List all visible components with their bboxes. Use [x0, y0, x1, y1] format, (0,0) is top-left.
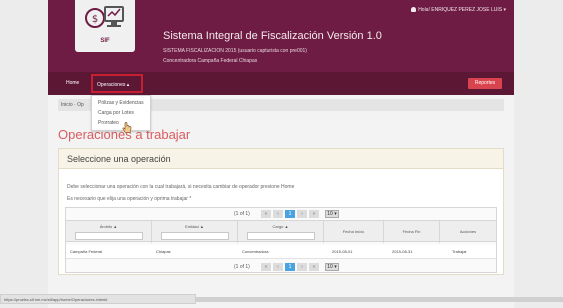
last-page-icon[interactable]: » — [309, 263, 319, 271]
app-window: $ SIF Sistema Integral de Fiscalización … — [48, 0, 514, 308]
current-page-button[interactable]: 1 — [285, 210, 295, 218]
column-entidad[interactable]: Entidad ▲ — [152, 221, 238, 243]
cell-fecha-fin: 2015-08-31 — [392, 249, 413, 254]
main-navbar: Home Operaciones ▴ Reportes — [48, 72, 514, 95]
operation-panel: Seleccione una operación Debe selecciona… — [58, 148, 504, 275]
rows-per-page-select[interactable]: 10 ▾ — [325, 210, 339, 218]
trabajar-link[interactable]: Trabajar — [452, 249, 467, 254]
prev-page-icon[interactable]: ‹ — [273, 263, 283, 271]
browser-status-bar: https://prueba-sif.ine.mx/sif/app/home/O… — [0, 294, 196, 304]
column-fecha-inicio: Fecha Inicio — [324, 221, 384, 243]
column-label: Acciones — [459, 229, 477, 234]
status-url: https://prueba-sif.ine.mx/sif/app/home/O… — [4, 297, 108, 302]
pager-count: (1 of 1) — [234, 211, 250, 217]
panel-title: Seleccione una operación — [67, 154, 171, 164]
pager-count: (1 of 1) — [234, 264, 250, 270]
column-cargo[interactable]: Cargo ▲ — [238, 221, 324, 243]
column-label: Ámbito ▲ — [99, 224, 118, 229]
column-acciones: Acciones — [440, 221, 496, 243]
column-label: Entidad ▲ — [185, 224, 204, 229]
reportes-button[interactable]: Reportes — [468, 78, 502, 89]
first-page-icon[interactable]: « — [261, 210, 271, 218]
cell-entidad: Chiapas — [156, 249, 171, 254]
logo-text: SIF — [100, 38, 110, 44]
user-icon — [411, 7, 417, 12]
panel-header: Seleccione una operación — [59, 149, 503, 169]
menu-item-polizas[interactable]: Pólizas y Evidencias — [98, 98, 150, 108]
breadcrumb[interactable]: Inicio · Op — [61, 102, 84, 108]
column-label: Cargo ▲ — [272, 224, 289, 229]
logo-icon: $ — [85, 6, 124, 28]
table-pager-bottom: (1 of 1) « ‹ 1 › » 10 ▾ — [66, 262, 496, 272]
entidad-filter-input[interactable] — [160, 232, 229, 240]
first-page-icon[interactable]: « — [261, 263, 271, 271]
cell-cargo: Concentradora — [242, 249, 269, 254]
horizontal-scrollbar[interactable] — [196, 297, 563, 302]
process-subtitle: SISTEMA FISCALIZACION 2015 (usuario capt… — [163, 48, 307, 54]
user-name: Hola! ENRIQUEZ PEREZ JOSE LUIS ▾ — [418, 7, 506, 13]
column-fecha-fin: Fecha Fin — [384, 221, 440, 243]
menu-item-carga-lotes[interactable]: Carga por Lotes — [98, 108, 150, 118]
next-page-icon[interactable]: › — [297, 210, 307, 218]
required-note: Es necesario que elija una operación y o… — [67, 196, 192, 202]
column-ambito[interactable]: Ámbito ▲ — [66, 221, 152, 243]
cell-fecha-inicio: 2015-08-01 — [332, 249, 353, 254]
cell-ambito: Campaña Federal — [70, 249, 103, 254]
prev-page-icon[interactable]: ‹ — [273, 210, 283, 218]
hand-cursor-icon — [122, 122, 132, 133]
instruction-text: Debe seleccionar una operación con la cu… — [67, 184, 295, 190]
header-bar: $ SIF Sistema Integral de Fiscalización … — [48, 0, 514, 72]
app-title: Sistema Integral de Fiscalización Versió… — [163, 30, 382, 42]
current-page-button[interactable]: 1 — [285, 263, 295, 271]
user-menu[interactable]: Hola! ENRIQUEZ PEREZ JOSE LUIS ▾ — [411, 7, 506, 13]
entity-subtitle: Concentradora Campaña Federal Chiapas — [163, 58, 258, 64]
next-page-icon[interactable]: › — [297, 263, 307, 271]
table-pager-top: (1 of 1) « ‹ 1 › » 10 ▾ — [66, 209, 496, 219]
column-label: Fecha Inicio — [342, 229, 365, 234]
cargo-filter-input[interactable] — [246, 232, 315, 240]
sif-logo[interactable]: $ SIF — [75, 0, 135, 52]
svg-text:$: $ — [92, 14, 98, 25]
ambito-filter-input[interactable] — [74, 232, 143, 240]
column-label: Fecha Fin — [402, 229, 421, 234]
rows-per-page-select[interactable]: 10 ▾ — [325, 263, 339, 271]
nav-operaciones-menu[interactable]: Operaciones ▴ — [91, 74, 143, 93]
table-row[interactable]: Campaña Federal Chiapas Concentradora 20… — [66, 245, 496, 259]
nav-home-link[interactable]: Home — [66, 80, 79, 86]
operations-table: (1 of 1) « ‹ 1 › » 10 ▾ Ámbito ▲ Entidad… — [65, 207, 497, 273]
last-page-icon[interactable]: » — [309, 210, 319, 218]
table-header: Ámbito ▲ Entidad ▲ Cargo ▲ Fecha Inicio … — [66, 220, 496, 243]
